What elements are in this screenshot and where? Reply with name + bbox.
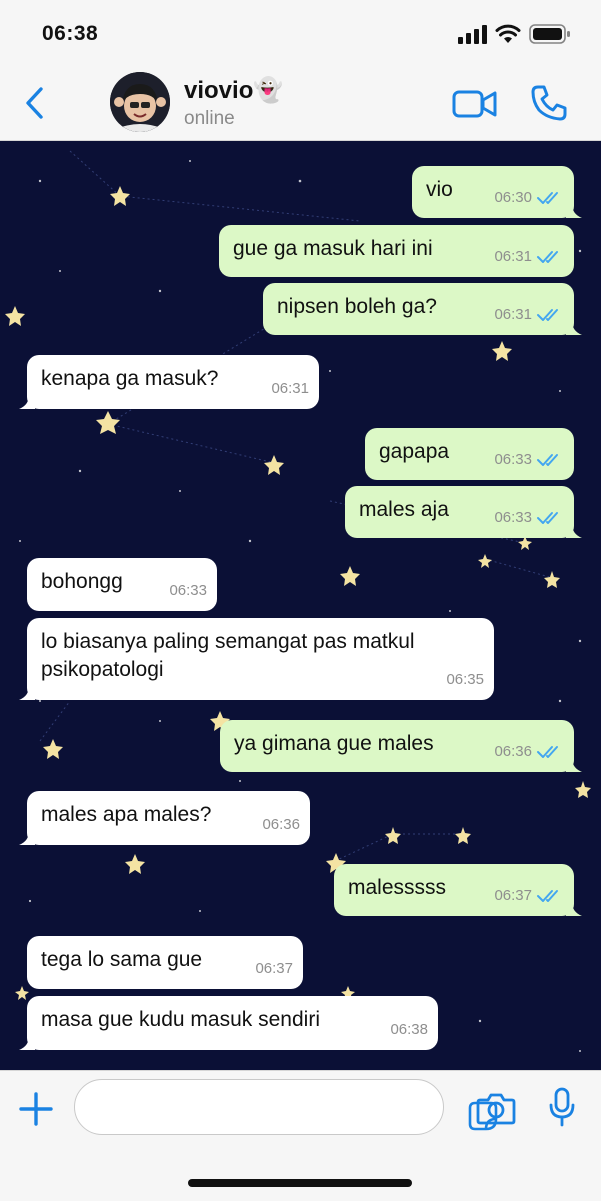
chat-header: viovio👻 online [0,64,601,141]
message-outgoing[interactable]: nipsen boleh ga? 06:31 [263,283,582,335]
message-outgoing[interactable]: ya gimana gue males 06:36 [220,720,582,772]
avatar[interactable] [110,72,170,132]
message-text: lo biasanya paling semangat pas matkul p… [41,630,415,681]
signal-icon [458,25,487,44]
double-check-icon [537,192,558,204]
message-time: 06:36 [494,743,532,760]
chat-area[interactable]: vio 06:30 gue ga masuk hari ini 06:31 ni… [0,141,601,1070]
home-indicator[interactable] [188,1179,412,1187]
status-icons [457,24,571,44]
double-check-icon [537,746,558,758]
message-time: 06:36 [262,816,300,833]
message-meta: 06:37 [255,955,293,983]
bubble-tail [566,524,582,538]
bubble-tail [566,902,582,916]
message-outgoing[interactable]: gue ga masuk hari ini 06:31 [219,225,574,277]
message-meta: 06:37 [494,882,564,910]
message-outgoing[interactable]: gapapa 06:33 [365,428,574,480]
message-list: vio 06:30 gue ga masuk hari ini 06:31 ni… [0,141,601,1070]
double-check-icon [537,454,558,466]
message-meta: 06:38 [390,1016,428,1044]
message-outgoing[interactable]: vio 06:30 [412,166,582,218]
message-incoming[interactable]: lo biasanya paling semangat pas matkul p… [19,618,494,700]
wifi-icon [495,24,521,43]
message-outgoing[interactable]: malesssss 06:37 [334,864,582,916]
contact-name[interactable]: viovio👻 [184,76,283,105]
message-meta: 06:36 [494,738,564,766]
message-text: males aja [359,498,449,521]
bubble-tail [566,758,582,772]
microphone-icon[interactable] [548,1087,576,1127]
message-outgoing[interactable]: males aja 06:33 [345,486,582,538]
message-meta: 06:31 [494,243,564,271]
message-input[interactable] [74,1079,498,1135]
message-time: 06:30 [494,189,532,206]
status-bar: 06:38 [0,0,601,64]
bubble-tail [19,395,35,409]
message-text: gapapa [379,440,450,463]
message-text: vio [426,178,453,201]
message-meta: 06:30 [494,184,564,212]
message-time: 06:33 [494,509,532,526]
message-time: 06:37 [255,960,293,977]
bubble-tail [566,204,582,218]
message-meta: 06:33 [494,504,564,532]
message-text: kenapa ga masuk? [41,367,219,390]
double-check-icon [537,309,558,321]
video-camera-icon[interactable] [452,88,498,120]
composer-bar [0,1070,601,1201]
message-text: males apa males? [41,803,212,826]
message-meta: 06:31 [494,301,564,329]
message-text: ya gimana gue males [234,732,434,755]
bubble-tail [19,686,35,700]
message-text: bohongg [41,570,123,593]
message-time: 06:33 [494,451,532,468]
message-meta: 06:36 [262,811,300,839]
message-text: tega lo sama gue [41,948,203,971]
message-time: 06:33 [169,582,207,599]
message-meta: 06:35 [446,666,484,694]
battery-icon [529,24,570,44]
message-meta: 06:33 [494,446,564,474]
contact-status: online [184,108,235,129]
message-incoming[interactable]: kenapa ga masuk? 06:31 [19,355,319,409]
chevron-left-icon[interactable] [22,86,48,120]
message-incoming[interactable]: bohongg 06:33 [27,558,217,611]
status-time: 06:38 [42,22,99,45]
camera-icon[interactable] [476,1091,516,1125]
message-time: 06:31 [494,306,532,323]
phone-icon[interactable] [530,84,568,122]
message-time: 06:35 [446,671,484,688]
bubble-tail [19,1036,35,1050]
double-check-icon [537,890,558,902]
message-incoming[interactable]: males apa males? 06:36 [19,791,310,845]
message-text: masa gue kudu masuk sendiri [41,1008,320,1031]
message-text: malesssss [348,876,447,899]
bubble-tail [19,831,35,845]
message-time: 06:37 [494,887,532,904]
message-time: 06:31 [271,380,309,397]
double-check-icon [537,251,558,263]
message-time: 06:38 [390,1021,428,1038]
message-incoming[interactable]: tega lo sama gue 06:37 [27,936,303,989]
plus-icon[interactable] [18,1091,54,1127]
message-text: gue ga masuk hari ini [233,237,433,260]
message-meta: 06:31 [271,375,309,403]
double-check-icon [537,512,558,524]
message-meta: 06:33 [169,577,207,605]
message-incoming[interactable]: masa gue kudu masuk sendiri 06:38 [19,996,438,1050]
bubble-tail [566,321,582,335]
message-text: nipsen boleh ga? [277,295,437,318]
message-time: 06:31 [494,248,532,265]
